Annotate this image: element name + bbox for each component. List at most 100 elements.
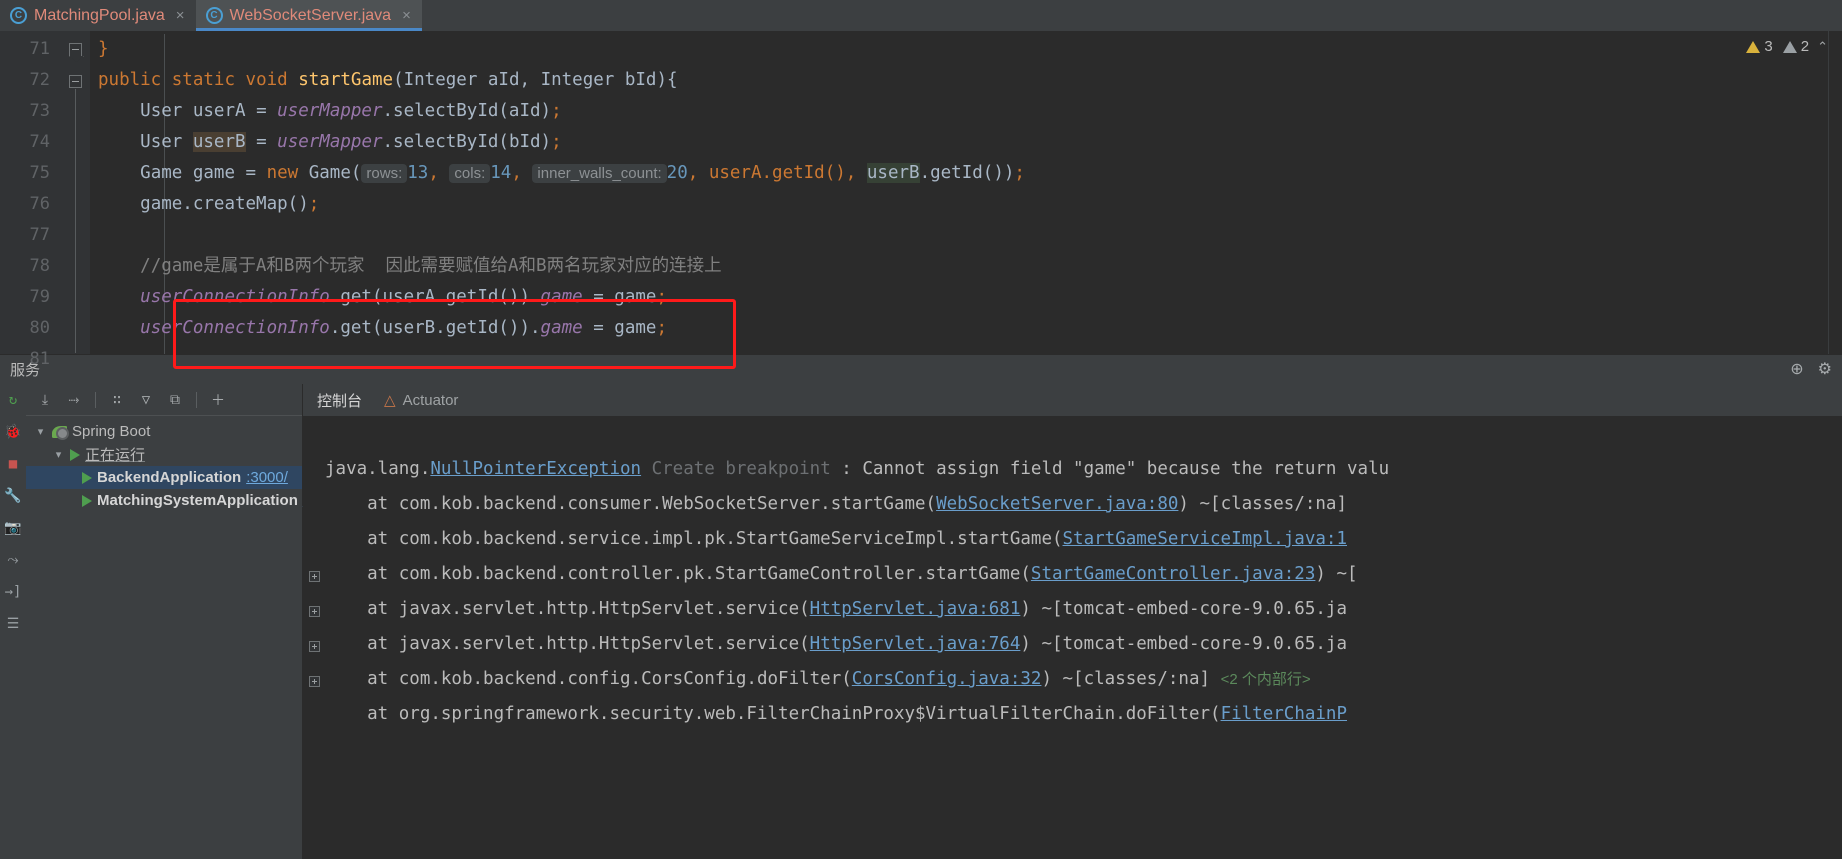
tree-item-running[interactable]: ▾ 正在运行 <box>26 443 302 466</box>
tree-item-port[interactable]: :3000/ <box>246 469 288 486</box>
console-output[interactable]: java.lang.NullPointerException Create br… <box>303 416 1842 859</box>
tree-item-backendapplication[interactable]: BackendApplication :3000/ <box>26 466 302 489</box>
line-number: 76 <box>29 194 50 214</box>
rerun-icon[interactable]: ↻ <box>5 391 22 408</box>
fold-row[interactable] <box>303 629 325 664</box>
code-token-semicolon: ; <box>551 101 562 121</box>
code-token-semicolon: ; <box>1014 163 1025 183</box>
param-hint-inner-walls-count: inner_walls_count: <box>532 164 667 183</box>
code-line-73: User userA = userMapper.selectById(aId); <box>90 96 1842 127</box>
console-tab-bar: 控制台 △ Actuator <box>303 384 1842 416</box>
line-number: 78 <box>29 256 50 276</box>
code-editor[interactable]: 3 2 ⌃ 71 72 73 74 75 76 77 78 79 80 81}… <box>0 31 1842 369</box>
console-scrollbar[interactable] <box>1832 416 1842 859</box>
code-token-semicolon: ; <box>308 194 320 214</box>
console-link[interactable]: HttpServlet.java:764 <box>810 634 1021 654</box>
console-fold-gutter[interactable] <box>303 416 325 859</box>
console-seg: ) ~[ <box>1315 564 1358 584</box>
help-icon[interactable]: ⊕ <box>1790 361 1803 378</box>
code-token-field: userMapper <box>277 132 383 152</box>
code-token-field: userMapper <box>277 101 383 121</box>
tree-item-matchingsystemapplication[interactable]: MatchingSystemApplication : <box>26 489 307 512</box>
fold-collapse-icon[interactable] <box>69 75 82 88</box>
fold-collapse-icon[interactable] <box>69 43 82 56</box>
services-tree-toolbar: ⤓ ⤑ ∷ ▽ ⧉ ＋ <box>26 384 302 416</box>
console-seg: at com.kob.backend.service.impl.pk.Start… <box>325 529 1063 549</box>
close-icon[interactable]: × <box>176 8 185 23</box>
services-tree-pane: ⤓ ⤑ ∷ ▽ ⧉ ＋ ▾ Spring Boot ▾ 正在运行 Backend… <box>26 384 307 859</box>
editor-fold-column[interactable] <box>62 31 90 354</box>
editor-scrollbar[interactable] <box>1828 31 1842 354</box>
editor-tab-websocketserver[interactable]: C WebSocketServer.java × <box>195 0 423 31</box>
editor-tab-matchingpool[interactable]: C MatchingPool.java × <box>0 0 196 31</box>
console-seg: ) ~[classes/:na] <box>1178 494 1347 514</box>
group-by-icon[interactable]: ∷ <box>107 390 127 410</box>
code-token-identifier-highlight: userB <box>192 132 246 152</box>
inspection-widget[interactable]: 3 2 ⌃ <box>1746 38 1828 55</box>
expand-fold-icon[interactable] <box>308 676 320 687</box>
code-line-74: User userB = userMapper.selectById(bId); <box>90 127 1842 158</box>
editor-code-area[interactable]: } public static void startGame(Integer a… <box>90 31 1842 354</box>
line-number: 71 <box>29 39 50 59</box>
line-number: 77 <box>29 225 50 245</box>
console-link[interactable]: FilterChainP <box>1221 704 1347 724</box>
stop-icon[interactable]: ■ <box>5 455 22 472</box>
tab-actuator[interactable]: △ Actuator <box>384 384 458 416</box>
code-token-static: static <box>171 70 235 90</box>
wrench-icon[interactable]: 🔧 <box>4 487 21 504</box>
console-seg: java.lang. <box>325 459 431 479</box>
code-line-72: public static void startGame(Integer aId… <box>90 65 1842 96</box>
editor-gutter[interactable]: 71 72 73 74 75 76 77 78 79 80 81 <box>0 31 62 369</box>
tab-label: Actuator <box>402 391 459 409</box>
fold-row[interactable] <box>303 594 325 629</box>
fold-row[interactable] <box>303 559 325 594</box>
console-line: at javax.servlet.http.HttpServlet.servic… <box>325 627 1842 662</box>
services-tool-window-header: 服务 ⊕ ⚙ <box>0 354 1842 384</box>
tab-console[interactable]: 控制台 <box>317 384 362 416</box>
code-token-assign: = game <box>582 287 657 307</box>
console-link[interactable]: NullPointerException <box>430 459 641 479</box>
expand-fold-icon[interactable] <box>308 641 320 652</box>
console-link[interactable]: CorsConfig.java:32 <box>852 669 1042 689</box>
console-seg: at com.kob.backend.consumer.WebSocketSer… <box>325 494 937 514</box>
tree-item-spring-boot[interactable]: ▾ Spring Boot <box>26 420 302 443</box>
debug-icon[interactable]: 🐞 <box>4 423 21 440</box>
console-link[interactable]: StartGameController.java:23 <box>1031 564 1315 584</box>
tree-item-label: BackendApplication <box>97 469 242 486</box>
chevron-up-icon[interactable]: ⌃ <box>1817 39 1828 55</box>
console-link[interactable]: WebSocketServer.java:80 <box>936 494 1178 514</box>
console-text[interactable]: java.lang.NullPointerException Create br… <box>325 416 1842 859</box>
line-number: 73 <box>29 101 50 121</box>
exit-icon[interactable]: →] <box>5 583 22 600</box>
console-link[interactable]: HttpServlet.java:681 <box>810 599 1021 619</box>
expand-fold-icon[interactable] <box>308 571 320 582</box>
console-seg[interactable]: Create breakpoint <box>641 459 831 479</box>
console-line: at com.kob.backend.service.impl.pk.Start… <box>325 522 1842 557</box>
console-seg: at javax.servlet.http.HttpServlet.servic… <box>325 634 810 654</box>
layout-icon[interactable]: ☰ <box>5 615 22 632</box>
gear-icon[interactable]: ⚙ <box>1818 361 1832 378</box>
console-link[interactable]: StartGameServiceImpl.java:1 <box>1063 529 1347 549</box>
expand-fold-icon[interactable] <box>308 606 320 617</box>
code-token-comma: , <box>428 163 450 183</box>
console-line: at com.kob.backend.config.CorsConfig.doF… <box>325 662 1842 697</box>
run-icon <box>82 494 92 507</box>
chevron-down-icon[interactable]: ▾ <box>52 448 65 461</box>
code-token-call: .selectById(bId) <box>382 132 552 152</box>
weak-warning-icon <box>1782 40 1797 53</box>
camera-icon[interactable]: 📷 <box>4 519 21 536</box>
filter-icon[interactable]: ▽ <box>136 390 156 410</box>
close-icon[interactable]: × <box>402 8 411 23</box>
collapse-all-icon[interactable]: ⤑ <box>64 390 84 410</box>
fold-row <box>303 454 325 489</box>
thread-dump-icon[interactable]: ⤳ <box>5 551 22 568</box>
add-tab-icon[interactable]: ⧉ <box>165 390 185 410</box>
add-service-icon[interactable]: ＋ <box>208 390 228 410</box>
console-line: at javax.servlet.http.HttpServlet.servic… <box>325 592 1842 627</box>
fold-row[interactable] <box>303 664 325 699</box>
code-token-identifier-highlight: userB <box>866 163 920 183</box>
collapsed-lines-badge[interactable]: <2 个内部行> <box>1221 671 1311 688</box>
code-token-call: .selectById(aId) <box>382 101 552 121</box>
expand-all-icon[interactable]: ⤓ <box>35 390 55 410</box>
chevron-down-icon[interactable]: ▾ <box>34 425 47 438</box>
